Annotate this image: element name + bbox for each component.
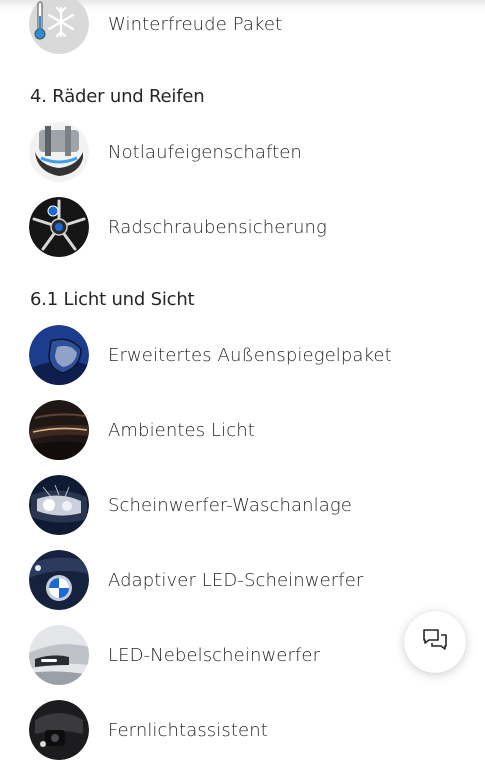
option-label: Adaptiver LED-Scheinwerfer: [108, 569, 364, 591]
runflat-tire-icon: [29, 122, 89, 182]
option-label: Ambientes Licht: [108, 419, 255, 441]
wheel-rim-icon: [29, 197, 89, 257]
section-heading-raeder-reifen: 4. Räder und Reifen: [30, 86, 205, 107]
option-winterfreude-paket[interactable]: Winterfreude Paket: [29, 0, 429, 55]
option-label: Scheinwerfer-Waschanlage: [108, 494, 352, 516]
option-label: Radschraubensicherung: [108, 216, 327, 238]
ambient-light-icon: [29, 400, 89, 460]
chat-bubbles-icon: [422, 628, 448, 656]
option-label: Notlaufeigenschaften: [108, 141, 302, 163]
side-mirror-icon: [29, 325, 89, 385]
high-beam-camera-icon: [29, 700, 89, 760]
option-label: Winterfreude Paket: [108, 13, 283, 35]
option-led-nebelscheinwerfer[interactable]: LED-Nebelscheinwerfer: [29, 624, 429, 686]
option-label: Erweitertes Außenspiegelpaket: [108, 344, 392, 366]
option-radschraubensicherung[interactable]: Radschraubensicherung: [29, 196, 429, 258]
option-ambientes-licht[interactable]: Ambientes Licht: [29, 399, 429, 461]
chat-button[interactable]: [404, 611, 466, 673]
option-adaptiver-led-scheinwerfer[interactable]: Adaptiver LED-Scheinwerfer: [29, 549, 429, 611]
fog-light-icon: [29, 625, 89, 685]
snowflake-thermometer-icon: [29, 0, 89, 54]
option-aussenspiegelpaket[interactable]: Erweitertes Außenspiegelpaket: [29, 324, 429, 386]
option-fernlichtassistent[interactable]: Fernlichtassistent: [29, 699, 429, 761]
headlight-washer-icon: [29, 475, 89, 535]
section-heading-licht-sicht: 6.1 Licht und Sicht: [30, 289, 195, 310]
option-notlaufeigenschaften[interactable]: Notlaufeigenschaften: [29, 121, 429, 183]
led-headlight-icon: [29, 550, 89, 610]
option-label: LED-Nebelscheinwerfer: [108, 644, 321, 666]
option-label: Fernlichtassistent: [108, 719, 268, 741]
option-scheinwerfer-waschanlage[interactable]: Scheinwerfer-Waschanlage: [29, 474, 429, 536]
